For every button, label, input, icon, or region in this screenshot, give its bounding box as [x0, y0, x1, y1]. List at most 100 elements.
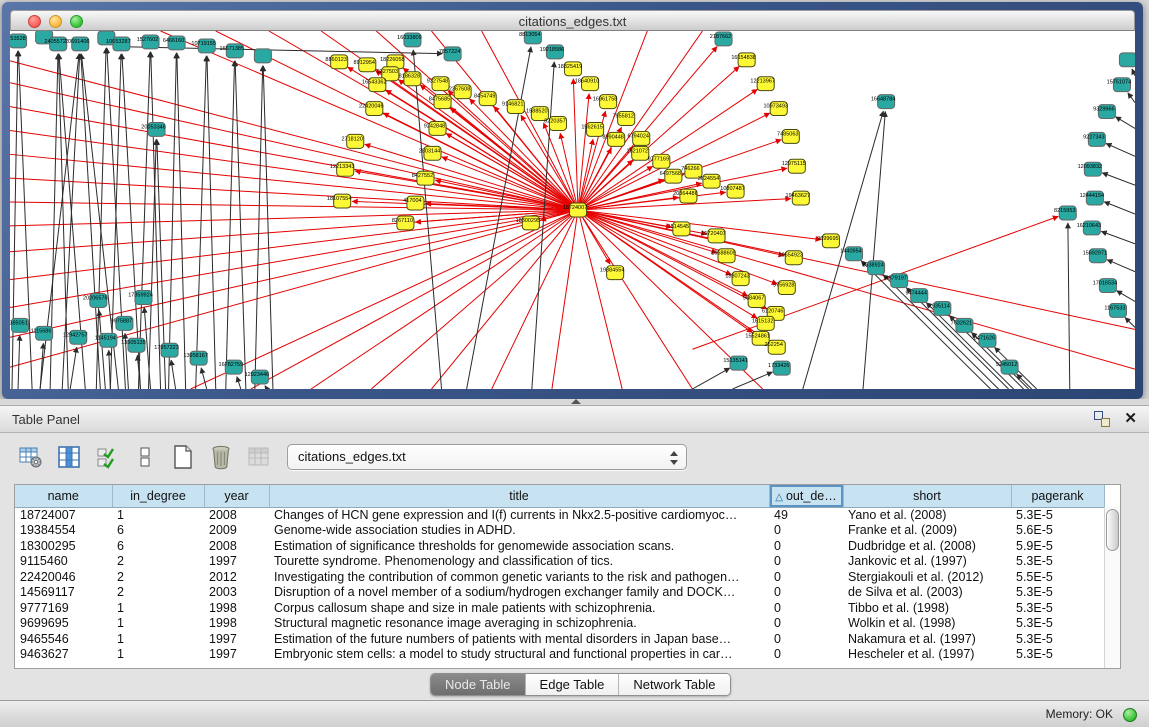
graph-edge[interactable]	[201, 368, 207, 389]
table-cell[interactable]: 0	[769, 585, 843, 601]
table-cell[interactable]: Stergiakouli et al. (2012)	[843, 569, 1011, 585]
table-cell[interactable]: Corpus callosum shape and size in male p…	[269, 600, 769, 616]
column-header-outde[interactable]: △out_de…	[769, 485, 843, 507]
graph-edge[interactable]	[265, 386, 267, 389]
table-cell[interactable]: 6	[112, 538, 204, 554]
graph-edge[interactable]	[863, 112, 885, 389]
graph-edge[interactable]	[573, 79, 578, 210]
scrollbar-thumb[interactable]	[1106, 509, 1119, 551]
table-row[interactable]: 977716911998Corpus callosum shape and si…	[15, 600, 1104, 616]
graph-edge[interactable]	[226, 61, 235, 389]
table-cell[interactable]: 1	[112, 616, 204, 632]
table-cell[interactable]: 18300295	[15, 538, 112, 554]
table-cell[interactable]: Embryonic stem cells: a model to study s…	[269, 647, 769, 663]
column-header-indegree[interactable]: in_degree	[112, 485, 204, 507]
table-cell[interactable]: 19384554	[15, 523, 112, 539]
table-cell[interactable]: 1997	[204, 631, 269, 647]
table-cell[interactable]: 0	[769, 647, 843, 663]
table-row[interactable]: 969969511998Structural magnetic resonanc…	[15, 616, 1104, 632]
table-cell[interactable]: 5.6E-5	[1011, 523, 1104, 539]
graph-nodes[interactable]: 1872400718300295193845541514545886012389…	[10, 31, 1135, 384]
tab-edge-table[interactable]: Edge Table	[526, 674, 620, 695]
table-cell[interactable]: Genome-wide association studies in ADHD.	[269, 523, 769, 539]
graph-edge[interactable]	[883, 275, 998, 389]
table-cell[interactable]: de Silva et al. (2003)	[843, 585, 1011, 601]
table-row[interactable]: 2242004622012Investigating the contribut…	[15, 569, 1104, 585]
table-cell[interactable]: 49	[769, 507, 843, 523]
select-all-columns-icon[interactable]	[92, 442, 122, 472]
column-header-year[interactable]: year	[204, 485, 269, 507]
network-canvas[interactable]: 1872400718300295193845541514545886012389…	[10, 31, 1135, 389]
graph-edge[interactable]	[109, 350, 111, 389]
table-cell[interactable]: 1	[112, 631, 204, 647]
table-cell[interactable]: 5.3E-5	[1011, 616, 1104, 632]
graph-edge[interactable]	[578, 31, 702, 210]
table-cell[interactable]: 0	[769, 554, 843, 570]
column-header-title[interactable]: title	[269, 485, 769, 507]
graph-edge[interactable]	[1102, 173, 1135, 185]
graph-edge[interactable]	[151, 52, 161, 389]
table-cell[interactable]: 9699695	[15, 616, 112, 632]
close-panel-icon[interactable]: ✕	[1124, 411, 1137, 427]
table-cell[interactable]: 2008	[204, 507, 269, 523]
table-cell[interactable]: Nakamura et al. (1997)	[843, 631, 1011, 647]
table-cell[interactable]: Investigating the contribution of common…	[269, 569, 769, 585]
graph-edge[interactable]	[578, 210, 692, 389]
table-cell[interactable]: 2012	[204, 569, 269, 585]
graph-edge[interactable]	[733, 372, 773, 389]
tab-network-table[interactable]: Network Table	[619, 674, 729, 695]
table-cell[interactable]: 1	[112, 600, 204, 616]
graph-edge[interactable]	[70, 347, 77, 389]
splitter-grip-icon[interactable]	[571, 399, 581, 404]
table-cell[interactable]: 2	[112, 585, 204, 601]
table-cell[interactable]: Dudbridge et al. (2008)	[843, 538, 1011, 554]
tab-node-table[interactable]: Node Table	[431, 674, 526, 695]
table-cell[interactable]: 5.3E-5	[1011, 600, 1104, 616]
graph-edge[interactable]	[10, 210, 578, 252]
table-row[interactable]: 946554611997Estimation of the future num…	[15, 631, 1104, 647]
graph-edge[interactable]	[1107, 260, 1135, 272]
graph-edge[interactable]	[1106, 143, 1135, 156]
table-cell[interactable]: 1998	[204, 616, 269, 632]
graph-edge[interactable]	[191, 210, 578, 389]
table-row[interactable]: 1830029562008Estimation of significance …	[15, 538, 1104, 554]
graph-edge[interactable]	[10, 210, 578, 367]
graph-edge[interactable]	[1068, 223, 1070, 389]
table-cell[interactable]: Wolkin et al. (1998)	[843, 616, 1011, 632]
column-header-pagerank[interactable]: pagerank	[1011, 485, 1104, 507]
show-columns-icon[interactable]	[54, 442, 84, 472]
table-cell[interactable]: 0	[769, 616, 843, 632]
memory-status-icon[interactable]	[1123, 708, 1137, 722]
table-mode-icon[interactable]	[16, 442, 46, 472]
graph-edge[interactable]	[207, 56, 216, 389]
table-cell[interactable]: 1	[112, 647, 204, 663]
table-cell[interactable]: 5.3E-5	[1011, 585, 1104, 601]
table-row[interactable]: 946362711997Embryonic stem cells: a mode…	[15, 647, 1104, 663]
graph-edge[interactable]	[1117, 291, 1135, 302]
table-cell[interactable]: 0	[769, 600, 843, 616]
graph-edge[interactable]	[18, 51, 32, 389]
table-cell[interactable]: 9463627	[15, 647, 112, 663]
graph-edge[interactable]	[18, 335, 20, 389]
graph-edge[interactable]	[1101, 231, 1135, 243]
graph-edge[interactable]	[10, 210, 578, 226]
table-cell[interactable]: 18724007	[15, 507, 112, 523]
graph-edge[interactable]	[148, 139, 156, 389]
column-header-name[interactable]: name	[15, 485, 112, 507]
table-cell[interactable]: Jankovic et al. (1997)	[843, 554, 1011, 570]
graph-edge[interactable]	[442, 157, 578, 210]
graph-edge[interactable]	[196, 56, 207, 389]
table-row[interactable]: 911546021997Tourette syndrome. Phenomeno…	[15, 554, 1104, 570]
black-edges[interactable]	[12, 47, 1135, 389]
graph-edge[interactable]	[10, 210, 578, 280]
table-cell[interactable]: 1	[112, 507, 204, 523]
table-cell[interactable]: 9115460	[15, 554, 112, 570]
table-cell[interactable]: Yano et al. (2008)	[843, 507, 1011, 523]
table-cell[interactable]: Estimation of significance thresholds fo…	[269, 538, 769, 554]
table-cell[interactable]: 2008	[204, 538, 269, 554]
unselect-all-columns-icon[interactable]	[130, 442, 160, 472]
table-cell[interactable]: 6	[112, 523, 204, 539]
graph-edge[interactable]	[1115, 117, 1135, 129]
graph-edge[interactable]	[371, 210, 578, 389]
float-window-icon[interactable]	[1094, 411, 1110, 427]
